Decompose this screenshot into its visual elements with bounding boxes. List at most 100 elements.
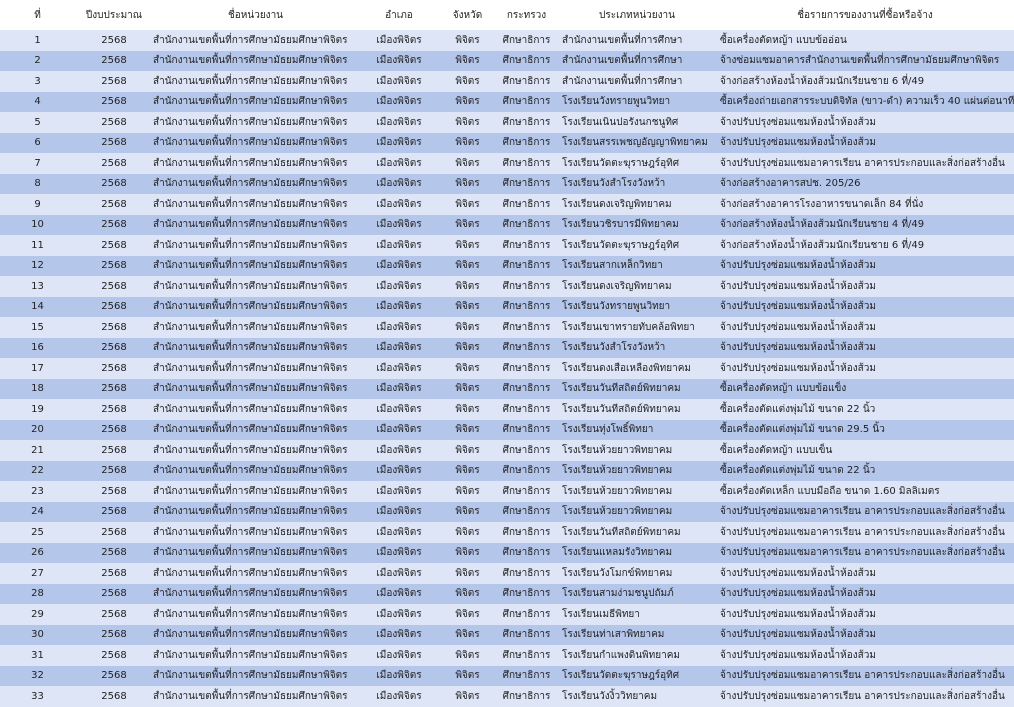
- cell-unit-type: โรงเรียนดงเจริญพิทยาคม: [558, 194, 716, 215]
- cell-province: พิจิตร: [440, 296, 495, 317]
- table-row[interactable]: 26 2568 สำนักงานเขตพื้นที่การศึกษามัธยมศึก…: [0, 542, 1014, 563]
- table-row[interactable]: 14 2568 สำนักงานเขตพื้นที่การศึกษามัธยมศึก…: [0, 296, 1014, 317]
- cell-no: 29: [0, 604, 75, 625]
- cell-province: พิจิตร: [440, 276, 495, 297]
- table-row[interactable]: 17 2568 สำนักงานเขตพื้นที่การศึกษามัธยมศึก…: [0, 358, 1014, 379]
- cell-ministry: ศึกษาธิการ: [495, 194, 558, 215]
- cell-unit: สำนักงานเขตพื้นที่การศึกษามัธยมศึกษาพิจิ…: [153, 542, 358, 563]
- table-row[interactable]: 25 2568 สำนักงานเขตพื้นที่การศึกษามัธยมศึก…: [0, 522, 1014, 543]
- cell-item: จ้างซ่อมแซมอาคารสำนักงานเขตพื้นที่การศึก…: [716, 50, 1014, 71]
- cell-year: 2568: [75, 686, 153, 707]
- table-row[interactable]: 6 2568 สำนักงานเขตพื้นที่การศึกษามัธยมศึกษ…: [0, 132, 1014, 153]
- cell-unit: สำนักงานเขตพื้นที่การศึกษามัธยมศึกษาพิจิ…: [153, 214, 358, 235]
- table-row[interactable]: 11 2568 สำนักงานเขตพื้นที่การศึกษามัธยมศึก…: [0, 235, 1014, 256]
- cell-year: 2568: [75, 255, 153, 276]
- cell-district: เมืองพิจิตร: [358, 173, 440, 194]
- cell-unit: สำนักงานเขตพื้นที่การศึกษามัธยมศึกษาพิจิ…: [153, 604, 358, 625]
- table-row[interactable]: 9 2568 สำนักงานเขตพื้นที่การศึกษามัธยมศึกษ…: [0, 194, 1014, 215]
- cell-year: 2568: [75, 214, 153, 235]
- table-row[interactable]: 23 2568 สำนักงานเขตพื้นที่การศึกษามัธยมศึก…: [0, 481, 1014, 502]
- table-row[interactable]: 13 2568 สำนักงานเขตพื้นที่การศึกษามัธยมศึก…: [0, 276, 1014, 297]
- cell-year: 2568: [75, 399, 153, 420]
- table-row[interactable]: 5 2568 สำนักงานเขตพื้นที่การศึกษามัธยมศึกษ…: [0, 112, 1014, 133]
- cell-item: จ้างปรับปรุงซ่อมแซมห้องน้ำห้องส้วม: [716, 317, 1014, 338]
- table-row[interactable]: 32 2568 สำนักงานเขตพื้นที่การศึกษามัธยมศึก…: [0, 665, 1014, 686]
- cell-unit-type: โรงเรียนวังโมกข์พิทยาคม: [558, 563, 716, 584]
- table-row[interactable]: 19 2568 สำนักงานเขตพื้นที่การศึกษามัธยมศึก…: [0, 399, 1014, 420]
- cell-district: เมืองพิจิตร: [358, 624, 440, 645]
- cell-province: พิจิตร: [440, 522, 495, 543]
- table-row[interactable]: 24 2568 สำนักงานเขตพื้นที่การศึกษามัธยมศึก…: [0, 501, 1014, 522]
- cell-item: จ้างปรับปรุงซ่อมแซมห้องน้ำห้องส้วม: [716, 563, 1014, 584]
- cell-ministry: ศึกษาธิการ: [495, 542, 558, 563]
- cell-no: 21: [0, 440, 75, 461]
- header-unit-type[interactable]: ประเภทหน่วยงาน: [558, 0, 716, 30]
- table-row[interactable]: 29 2568 สำนักงานเขตพื้นที่การศึกษามัธยมศึก…: [0, 604, 1014, 625]
- header-item[interactable]: ชื่อรายการของงานที่ซื้อหรือจ้าง: [716, 0, 1014, 30]
- cell-province: พิจิตร: [440, 214, 495, 235]
- table-row[interactable]: 27 2568 สำนักงานเขตพื้นที่การศึกษามัธยมศึก…: [0, 563, 1014, 584]
- header-year[interactable]: ปีงบประมาณ: [75, 0, 153, 30]
- table-row[interactable]: 33 2568 สำนักงานเขตพื้นที่การศึกษามัธยมศึก…: [0, 686, 1014, 707]
- cell-item: จ้างปรับปรุงซ่อมแซมอาคารเรียน อาคารประกอ…: [716, 522, 1014, 543]
- cell-ministry: ศึกษาธิการ: [495, 501, 558, 522]
- header-no[interactable]: ที่: [0, 0, 75, 30]
- table-row[interactable]: 16 2568 สำนักงานเขตพื้นที่การศึกษามัธยมศึก…: [0, 337, 1014, 358]
- table-row[interactable]: 21 2568 สำนักงานเขตพื้นที่การศึกษามัธยมศึก…: [0, 440, 1014, 461]
- table-row[interactable]: 7 2568 สำนักงานเขตพื้นที่การศึกษามัธยมศึกษ…: [0, 153, 1014, 174]
- table-row[interactable]: 31 2568 สำนักงานเขตพื้นที่การศึกษามัธยมศึก…: [0, 645, 1014, 666]
- table-row[interactable]: 8 2568 สำนักงานเขตพื้นที่การศึกษามัธยมศึกษ…: [0, 173, 1014, 194]
- table-row[interactable]: 1 2568 สำนักงานเขตพื้นที่การศึกษามัธยมศึกษ…: [0, 30, 1014, 51]
- cell-district: เมืองพิจิตร: [358, 686, 440, 707]
- table-row[interactable]: 22 2568 สำนักงานเขตพื้นที่การศึกษามัธยมศึก…: [0, 460, 1014, 481]
- cell-district: เมืองพิจิตร: [358, 378, 440, 399]
- cell-no: 22: [0, 460, 75, 481]
- cell-item: ซื้อเครื่องตัดแต่งพุ่มไม้ ขนาด 29.5 นิ้ว: [716, 419, 1014, 440]
- header-ministry[interactable]: กระทรวง: [495, 0, 558, 30]
- table-row[interactable]: 12 2568 สำนักงานเขตพื้นที่การศึกษามัธยมศึก…: [0, 255, 1014, 276]
- cell-unit: สำนักงานเขตพื้นที่การศึกษามัธยมศึกษาพิจิ…: [153, 50, 358, 71]
- cell-unit: สำนักงานเขตพื้นที่การศึกษามัธยมศึกษาพิจิ…: [153, 522, 358, 543]
- cell-district: เมืองพิจิตร: [358, 50, 440, 71]
- table-row[interactable]: 3 2568 สำนักงานเขตพื้นที่การศึกษามัธยมศึกษ…: [0, 71, 1014, 92]
- table-row[interactable]: 30 2568 สำนักงานเขตพื้นที่การศึกษามัธยมศึก…: [0, 624, 1014, 645]
- cell-year: 2568: [75, 522, 153, 543]
- cell-no: 4: [0, 91, 75, 112]
- table-row[interactable]: 10 2568 สำนักงานเขตพื้นที่การศึกษามัธยมศึก…: [0, 214, 1014, 235]
- table-row[interactable]: 2 2568 สำนักงานเขตพื้นที่การศึกษามัธยมศึกษ…: [0, 50, 1014, 71]
- cell-unit: สำนักงานเขตพื้นที่การศึกษามัธยมศึกษาพิจิ…: [153, 71, 358, 92]
- cell-item: ซื้อเครื่องตัดหญ้า แบบเข็น: [716, 440, 1014, 461]
- cell-no: 31: [0, 645, 75, 666]
- cell-item: จ้างปรับปรุงซ่อมแซมห้องน้ำห้องส้วม: [716, 583, 1014, 604]
- cell-ministry: ศึกษาธิการ: [495, 378, 558, 399]
- cell-year: 2568: [75, 563, 153, 584]
- cell-no: 14: [0, 296, 75, 317]
- table-row[interactable]: 18 2568 สำนักงานเขตพื้นที่การศึกษามัธยมศึก…: [0, 378, 1014, 399]
- cell-no: 6: [0, 132, 75, 153]
- table-row[interactable]: 4 2568 สำนักงานเขตพื้นที่การศึกษามัธยมศึกษ…: [0, 91, 1014, 112]
- cell-unit: สำนักงานเขตพื้นที่การศึกษามัธยมศึกษาพิจิ…: [153, 460, 358, 481]
- cell-no: 15: [0, 317, 75, 338]
- cell-district: เมืองพิจิตร: [358, 337, 440, 358]
- header-district[interactable]: อำเภอ: [358, 0, 440, 30]
- cell-ministry: ศึกษาธิการ: [495, 214, 558, 235]
- cell-no: 2: [0, 50, 75, 71]
- cell-unit-type: โรงเรียนวังสำโรงวังหว้า: [558, 337, 716, 358]
- cell-year: 2568: [75, 112, 153, 133]
- cell-item: ซื้อเครื่องตัดหญ้า แบบข้อแข็ง: [716, 378, 1014, 399]
- table-row[interactable]: 28 2568 สำนักงานเขตพื้นที่การศึกษามัธยมศึก…: [0, 583, 1014, 604]
- table-row[interactable]: 20 2568 สำนักงานเขตพื้นที่การศึกษามัธยมศึก…: [0, 419, 1014, 440]
- cell-district: เมืองพิจิตร: [358, 440, 440, 461]
- cell-unit-type: โรงเรียนเนินปอรังนกชนูทิศ: [558, 112, 716, 133]
- cell-province: พิจิตร: [440, 71, 495, 92]
- cell-district: เมืองพิจิตร: [358, 419, 440, 440]
- cell-ministry: ศึกษาธิการ: [495, 317, 558, 338]
- table-row[interactable]: 15 2568 สำนักงานเขตพื้นที่การศึกษามัธยมศึก…: [0, 317, 1014, 338]
- header-province[interactable]: จังหวัด: [440, 0, 495, 30]
- cell-item: จ้างปรับปรุงซ่อมแซมอาคารเรียน อาคารประกอ…: [716, 665, 1014, 686]
- cell-province: พิจิตร: [440, 583, 495, 604]
- cell-no: 11: [0, 235, 75, 256]
- header-unit[interactable]: ชื่อหน่วยงาน: [153, 0, 358, 30]
- cell-district: เมืองพิจิตร: [358, 460, 440, 481]
- cell-ministry: ศึกษาธิการ: [495, 112, 558, 133]
